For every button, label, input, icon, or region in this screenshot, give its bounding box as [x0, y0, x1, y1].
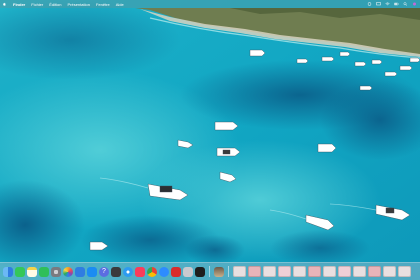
- photos-icon[interactable]: [63, 266, 73, 277]
- document-thumbnail[interactable]: [233, 266, 246, 277]
- menu-item-fichier[interactable]: Fichier: [31, 2, 43, 7]
- notes-icon[interactable]: [27, 266, 37, 277]
- document-thumbnail[interactable]: [308, 266, 321, 277]
- search-icon[interactable]: [403, 2, 408, 6]
- acrobat-icon[interactable]: [171, 266, 181, 277]
- siri-icon[interactable]: [412, 2, 417, 6]
- music-icon[interactable]: [135, 266, 145, 277]
- wifi-icon[interactable]: [385, 2, 390, 6]
- document-thumbnail[interactable]: [368, 266, 381, 277]
- control-icon[interactable]: [367, 2, 372, 6]
- document-thumbnail[interactable]: [383, 266, 396, 277]
- document-thumbnail[interactable]: [248, 266, 261, 277]
- menu-item-presentation[interactable]: Présentation: [67, 2, 89, 7]
- preferences-icon[interactable]: [183, 266, 193, 277]
- app-store-icon[interactable]: [87, 266, 97, 277]
- desktop-wallpaper: [0, 0, 420, 280]
- menu-bar: Finder Fichier Édition Présentation Fenê…: [0, 0, 420, 8]
- document-thumbnail[interactable]: [278, 266, 291, 277]
- safari-icon[interactable]: [123, 266, 133, 277]
- document-thumbnail[interactable]: [398, 266, 411, 277]
- document-thumbnail[interactable]: [323, 266, 336, 277]
- zoom-icon[interactable]: [159, 266, 169, 277]
- screen-icon[interactable]: [376, 2, 381, 6]
- menu-item-aide[interactable]: Aide: [116, 2, 124, 7]
- terminal-icon[interactable]: [195, 266, 205, 277]
- menu-app-name[interactable]: Finder: [13, 2, 25, 7]
- chrome-icon[interactable]: [147, 266, 157, 277]
- menu-item-edition[interactable]: Édition: [49, 2, 61, 7]
- apple-logo-icon[interactable]: [2, 2, 7, 6]
- document-thumbnail[interactable]: [293, 266, 306, 277]
- help-icon[interactable]: ?: [99, 266, 109, 277]
- messages-icon[interactable]: [15, 266, 25, 277]
- document-thumbnail[interactable]: [353, 266, 366, 277]
- mail-icon[interactable]: [75, 266, 85, 277]
- battery-icon[interactable]: [394, 2, 399, 6]
- calculator-icon[interactable]: [111, 266, 121, 277]
- document-thumbnail[interactable]: [338, 266, 351, 277]
- menu-item-fenetre[interactable]: Fenêtre: [96, 2, 110, 7]
- dock: ?: [0, 262, 420, 280]
- dock-separator: [209, 266, 210, 277]
- document-thumbnail[interactable]: [263, 266, 276, 277]
- finder-icon[interactable]: [3, 266, 13, 277]
- facetime-icon[interactable]: [39, 266, 49, 277]
- dock-separator: [228, 266, 229, 277]
- photo-thumbnail-icon[interactable]: [214, 266, 224, 277]
- settings-icon[interactable]: [51, 266, 61, 277]
